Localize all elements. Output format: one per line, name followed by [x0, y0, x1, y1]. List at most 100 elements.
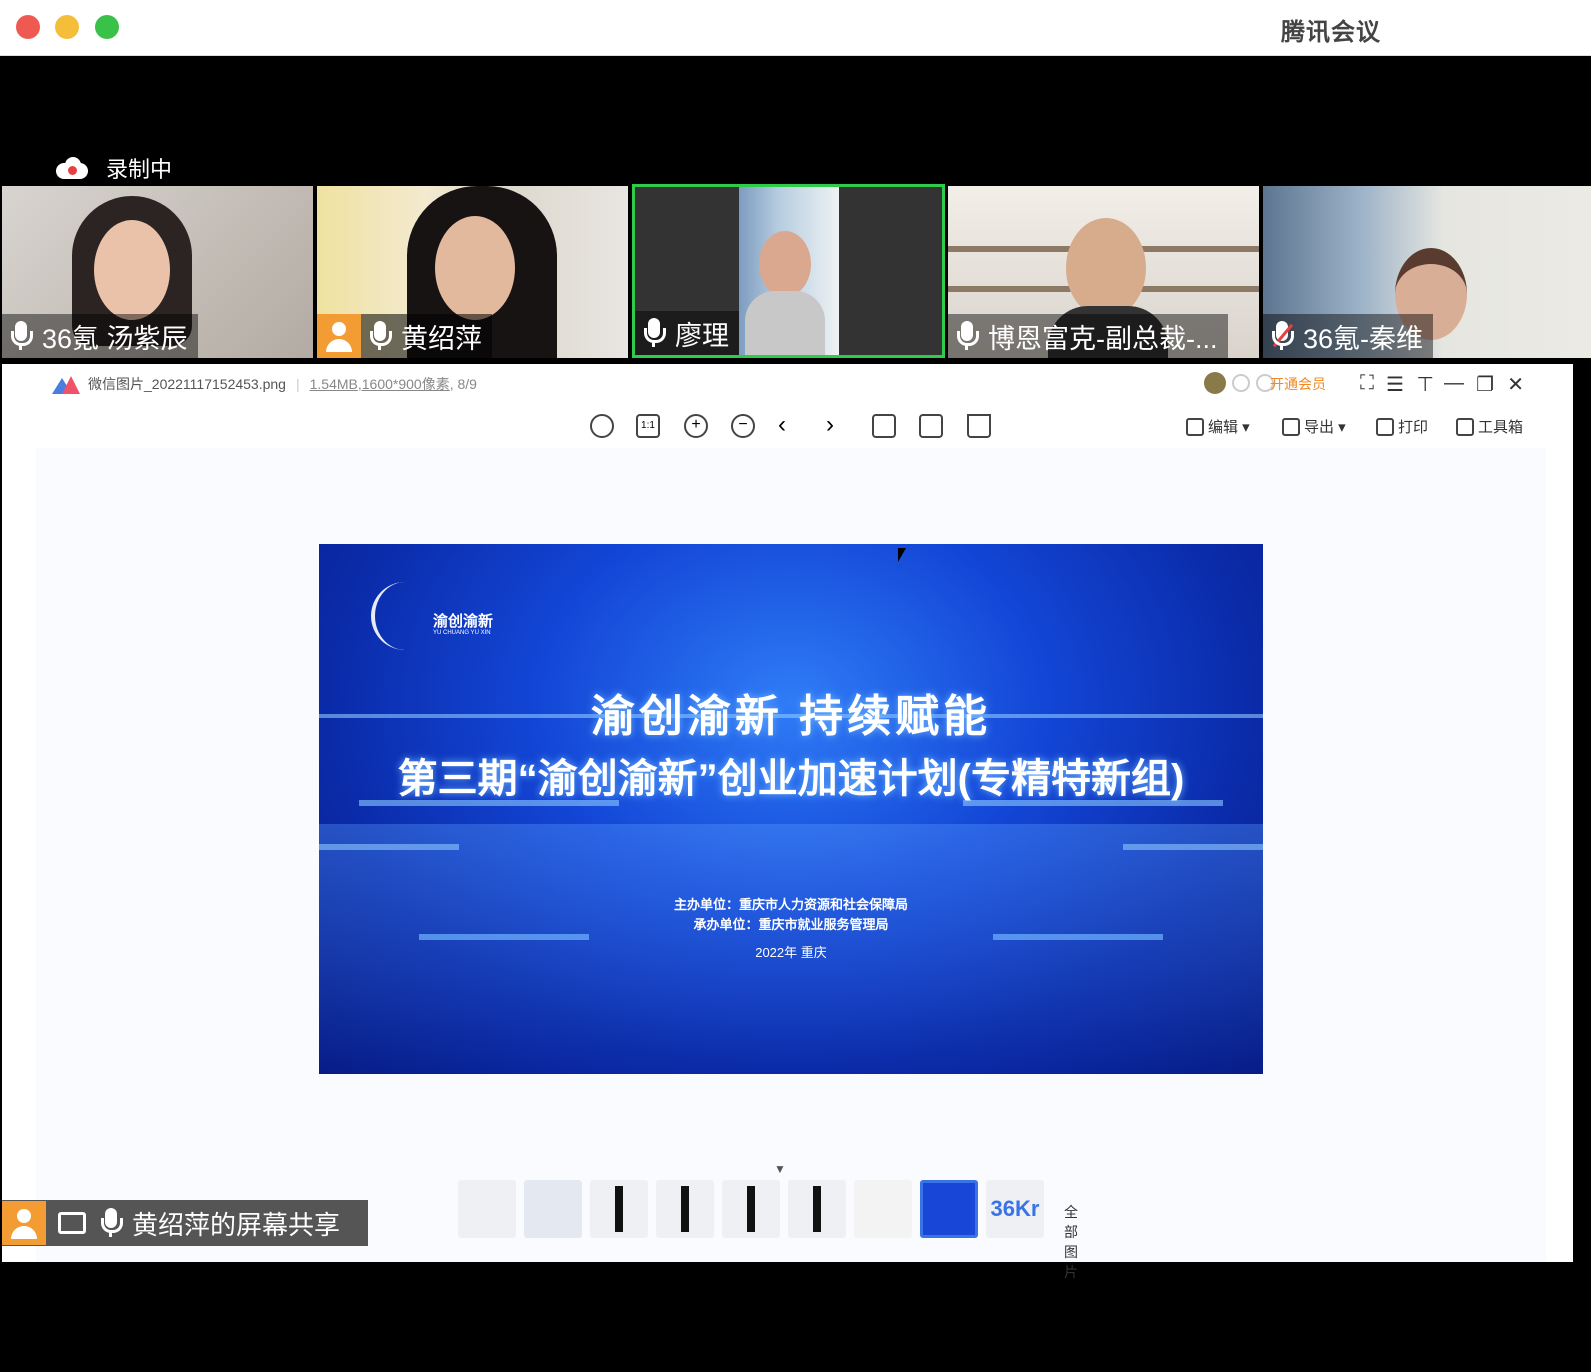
slide-host: 主办单位：重庆市人力资源和社会保障局 — [673, 897, 908, 912]
recording-label: 录制中 — [106, 157, 173, 182]
window-titlebar: 腾讯会议 — [0, 0, 1591, 56]
participant-face — [759, 231, 811, 297]
slide-brand: 渝创渝新 — [433, 613, 494, 630]
thumbnail-item[interactable]: 36Kr — [986, 1180, 1044, 1238]
all-images-button[interactable]: 全部图片 — [1064, 1202, 1078, 1282]
rotate-left-icon[interactable] — [872, 414, 896, 438]
print-button[interactable]: 打印 — [1376, 416, 1428, 437]
close-window-button[interactable] — [16, 15, 40, 39]
thumbnail-item[interactable] — [524, 1180, 582, 1238]
user-avatar-icon — [317, 314, 361, 358]
participant-name: 黄绍萍 — [401, 323, 482, 354]
thumbnail-item[interactable] — [722, 1180, 780, 1238]
zoom-window-button[interactable] — [95, 15, 119, 39]
separator: | — [295, 376, 300, 392]
slide-year: 2022年 重庆 — [755, 945, 827, 960]
participant-name-bar: 廖理 — [635, 311, 739, 355]
user-avatar-icon[interactable] — [1204, 372, 1226, 394]
next-image-icon[interactable]: › — [826, 413, 850, 438]
participant-name: 36氪-秦维 — [1303, 323, 1424, 354]
previous-image-icon[interactable]: ‹ — [778, 413, 802, 438]
toolbox-button[interactable]: 工具箱 — [1456, 416, 1523, 437]
user-avatar-icon — [2, 1201, 46, 1245]
image-filename: 微信图片_20221117152453.png — [88, 376, 286, 392]
microphone-muted-icon — [1271, 321, 1294, 351]
rotate-right-icon[interactable] — [919, 414, 943, 438]
thumbnail-item-selected[interactable] — [920, 1180, 978, 1238]
edit-button[interactable]: 编辑 ▾ — [1186, 416, 1250, 437]
menu-icon[interactable]: ☰ — [1386, 372, 1404, 397]
participant-face — [1066, 218, 1146, 318]
participant-face — [435, 216, 515, 320]
edit-icon — [1186, 417, 1204, 436]
export-label: 导出 — [1304, 419, 1335, 436]
toolbox-icon — [1456, 417, 1474, 436]
slide-decoration — [419, 934, 589, 940]
notification-icon[interactable] — [1232, 374, 1250, 392]
restore-icon[interactable]: ❐ — [1476, 372, 1494, 397]
fullscreen-icon[interactable]: ⛶ — [1360, 372, 1374, 395]
screen-share-indicator[interactable]: 黄绍萍的屏幕共享 — [2, 1200, 368, 1246]
screen-share-label: 黄绍萍的屏幕共享 — [132, 1209, 341, 1240]
image-viewer-logo-icon — [52, 374, 80, 394]
slide-decoration — [1123, 844, 1263, 850]
export-icon — [1282, 417, 1300, 436]
participant-name: 36氪 汤紫辰 — [42, 323, 188, 354]
export-button[interactable]: 导出 ▾ — [1282, 416, 1346, 437]
participant-body — [745, 291, 825, 355]
thumbnail-collapse-icon[interactable]: ▼ — [774, 1162, 786, 1176]
participant-name-bar: 36氪 汤紫辰 — [2, 314, 198, 358]
close-icon[interactable]: ✕ — [1507, 372, 1524, 397]
slide-subtitle: 第三期“渝创渝新”创业加速计划(专精特新组) — [397, 757, 1185, 801]
participant-tile[interactable]: 36氪 汤紫辰 — [2, 186, 313, 358]
slide-brand-en: YU CHUANG YU XIN — [433, 630, 491, 636]
app-title: 腾讯会议 — [1281, 19, 1381, 46]
slide-brand-logo — [371, 582, 431, 650]
microphone-icon — [100, 1208, 123, 1238]
participant-tile[interactable]: 博恩富克-副总裁-... — [948, 186, 1259, 358]
participant-tile[interactable]: 36氪-秦维 — [1263, 186, 1591, 358]
thumbnail-item[interactable] — [656, 1180, 714, 1238]
microphone-icon — [643, 318, 666, 348]
slide-title: 渝创渝新 持续赋能 — [590, 692, 992, 741]
image-position: , 8/9 — [449, 376, 477, 392]
minimize-window-button[interactable] — [55, 15, 79, 39]
slide-image: 渝创渝新 YU CHUANG YU XIN 渝创渝新 持续赋能 第三期“渝创渝新… — [319, 544, 1263, 1074]
microphone-icon — [956, 321, 979, 351]
participant-name: 博恩富克-副总裁-... — [988, 323, 1218, 354]
thumbnail-item[interactable] — [590, 1180, 648, 1238]
mouse-mode-icon[interactable] — [590, 414, 614, 438]
recording-indicator[interactable]: 录制中 — [56, 152, 172, 184]
image-canvas[interactable]: 渝创渝新 YU CHUANG YU XIN 渝创渝新 持续赋能 第三期“渝创渝新… — [36, 448, 1546, 1280]
thumbnail-item[interactable] — [458, 1180, 516, 1238]
zoom-out-icon[interactable]: − — [731, 414, 755, 438]
microphone-icon — [369, 321, 392, 351]
toolbox-label: 工具箱 — [1478, 419, 1524, 436]
image-viewer-titlebar: 微信图片_20221117152453.png | 1.54MB ,1600*9… — [36, 364, 1546, 404]
participant-name: 廖理 — [675, 320, 729, 351]
image-viewer-toolbar: 1:1 + − ‹ › 编辑 ▾ 导出 ▾ 打印 工具箱 — [36, 404, 1546, 448]
participant-face — [94, 220, 170, 320]
thumbnail-item[interactable] — [788, 1180, 846, 1238]
image-dimensions[interactable]: ,1600*900像素 — [358, 374, 450, 394]
slide-decoration — [993, 934, 1163, 940]
mouse-cursor — [898, 548, 906, 562]
image-filesize[interactable]: 1.54MB — [310, 376, 358, 392]
actual-size-icon[interactable]: 1:1 — [636, 414, 660, 438]
printer-icon — [1376, 417, 1394, 436]
shared-screen: 微信图片_20221117152453.png | 1.54MB ,1600*9… — [2, 364, 1573, 1280]
zoom-in-icon[interactable]: + — [684, 414, 708, 438]
vip-link[interactable]: 开通会员 — [1270, 374, 1326, 394]
thumbnail-item[interactable] — [854, 1180, 912, 1238]
microphone-icon — [10, 321, 33, 351]
delete-icon[interactable] — [967, 414, 991, 438]
slide-decoration — [319, 844, 459, 850]
pin-icon[interactable]: ⊤ — [1417, 372, 1434, 397]
participant-name-bar: 36氪-秦维 — [1263, 314, 1434, 358]
slide-organizer: 承办单位：重庆市就业服务管理局 — [693, 917, 889, 932]
participant-name-bar: 黄绍萍 — [317, 314, 492, 358]
cloud-record-icon — [56, 157, 88, 179]
participant-tile-active-speaker[interactable]: 廖理 — [632, 184, 945, 358]
participant-tile[interactable]: 黄绍萍 — [317, 186, 628, 358]
minimize-icon[interactable]: — — [1444, 372, 1464, 395]
